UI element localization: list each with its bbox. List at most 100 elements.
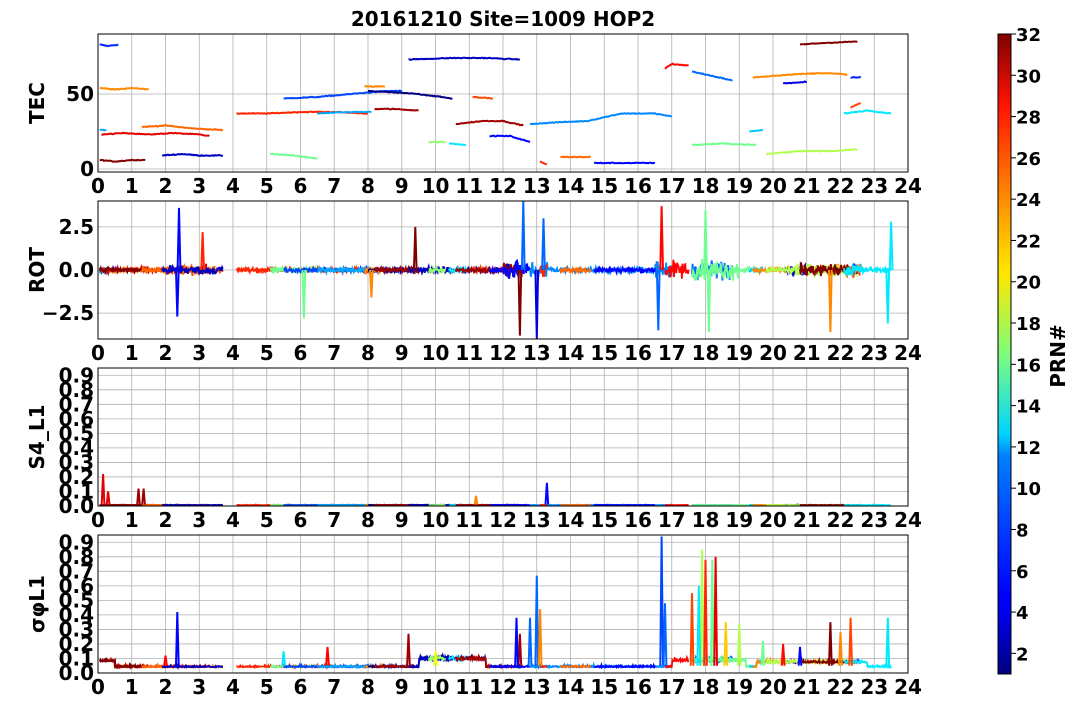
x-tick-label: 8 <box>361 341 375 365</box>
x-tick-label: 5 <box>260 341 274 365</box>
trace-prn-10 <box>317 503 372 506</box>
x-tick-label: 4 <box>226 174 240 198</box>
x-tick-label: 0 <box>91 341 105 365</box>
y-tick-label: 0.9 <box>59 363 94 387</box>
x-tick-label: 11 <box>455 675 483 699</box>
y-tick-label: 50 <box>66 82 94 106</box>
trace-prn-32 <box>99 503 146 506</box>
colorbar-tick-label: 12 <box>1016 438 1041 459</box>
trace-prn-25 <box>560 663 592 669</box>
colorbar-tick-label: 26 <box>1016 149 1041 170</box>
y-tick-label: −2.5 <box>42 301 94 325</box>
x-tick-label: 16 <box>624 508 652 532</box>
x-tick-label: 21 <box>793 174 821 198</box>
x-tick-label: 14 <box>557 508 585 532</box>
y-axis-label: TEC <box>25 82 49 124</box>
x-tick-label: 17 <box>658 341 686 365</box>
colorbar-tick-label: 24 <box>1016 190 1041 211</box>
x-tick-label: 20 <box>759 675 787 699</box>
tec-line-prn-17 <box>428 140 446 144</box>
trace-prn-5 <box>594 503 656 506</box>
colorbar-tick-label: 20 <box>1016 273 1041 294</box>
x-tick-label: 9 <box>395 174 409 198</box>
x-tick-label: 1 <box>125 508 139 532</box>
x-tick-label: 7 <box>327 341 341 365</box>
x-tick-label: 21 <box>793 675 821 699</box>
x-tick-label: 15 <box>590 675 618 699</box>
colorbar-tick-label: 14 <box>1016 397 1041 418</box>
x-tick-label: 6 <box>294 341 308 365</box>
x-tick-label: 17 <box>658 675 686 699</box>
colorbar-tick-label: 16 <box>1016 355 1041 376</box>
tec-line-prn-10 <box>99 128 107 132</box>
x-tick-label: 15 <box>590 508 618 532</box>
x-tick-label: 3 <box>192 341 206 365</box>
x-tick-label: 23 <box>860 675 888 699</box>
x-tick-label: 12 <box>489 341 517 365</box>
colorbar-tick-label: 32 <box>1016 25 1041 46</box>
x-tick-label: 2 <box>159 675 173 699</box>
colorbar-tick-label: 2 <box>1016 644 1029 665</box>
x-tick-label: 10 <box>422 508 450 532</box>
x-tick-label: 23 <box>860 341 888 365</box>
x-tick-label: 22 <box>827 174 855 198</box>
x-tick-label: 6 <box>294 675 308 699</box>
colorbar-label: PRN# <box>1046 324 1070 388</box>
y-axis-label: ROT <box>25 247 49 293</box>
tec-line-prn-25 <box>560 155 591 159</box>
x-tick-label: 16 <box>624 675 652 699</box>
x-tick-label: 2 <box>159 174 173 198</box>
x-tick-label: 10 <box>422 174 450 198</box>
x-tick-label: 3 <box>192 675 206 699</box>
x-tick-label: 18 <box>692 508 720 532</box>
x-tick-label: 14 <box>557 675 585 699</box>
x-tick-label: 4 <box>226 508 240 532</box>
x-tick-label: 24 <box>894 341 922 365</box>
x-tick-label: 11 <box>455 341 483 365</box>
x-tick-label: 15 <box>590 341 618 365</box>
x-tick-label: 10 <box>422 675 450 699</box>
panel-3: 0 1 2 3 4 5 6 7 8 9 10 11 12 13 14 15 16 17 18 19 20 21 22 23 24… <box>25 363 922 532</box>
colorbar-tick-label: 6 <box>1016 562 1029 583</box>
x-tick-label: 24 <box>894 174 922 198</box>
tec-line-prn-24 <box>99 86 149 91</box>
x-tick-label: 19 <box>725 341 753 365</box>
x-tick-label: 1 <box>125 174 139 198</box>
x-tick-label: 5 <box>260 675 274 699</box>
tec-line-prn-6 <box>850 76 862 79</box>
trace-prn-17 <box>428 503 446 506</box>
colorbar-gradient <box>997 33 1012 675</box>
trace-prn-25 <box>560 503 591 506</box>
trace-prn-3 <box>162 503 223 506</box>
x-tick-label: 12 <box>489 508 517 532</box>
x-tick-label: 3 <box>192 174 206 198</box>
panel-1: 0 1 2 3 4 5 6 7 8 9 10 11 12 13 14 15 16 17 18 19 20 21 22 23 24… <box>25 33 922 198</box>
y-axis-label: S4_L1 <box>25 405 49 470</box>
x-tick-label: 12 <box>489 675 517 699</box>
x-tick-label: 9 <box>395 341 409 365</box>
colorbar-tick-label: 4 <box>1016 603 1029 624</box>
x-tick-label: 13 <box>523 174 551 198</box>
x-tick-label: 22 <box>827 341 855 365</box>
x-tick-label: 3 <box>192 508 206 532</box>
x-tick-label: 8 <box>361 174 375 198</box>
x-tick-label: 18 <box>692 174 720 198</box>
x-tick-label: 17 <box>658 174 686 198</box>
panel-2: 0 1 2 3 4 5 6 7 8 9 10 11 12 13 14 15 16 17 18 19 20 21 22 23 24… <box>25 200 922 365</box>
x-tick-label: 2 <box>159 341 173 365</box>
panel-4: 0 1 2 3 4 5 6 7 8 9 10 11 12 13 14 15 16 17 18 19 20 21 22 23 24… <box>25 530 922 699</box>
colorbar-tick-label: 18 <box>1016 314 1041 335</box>
x-tick-label: 10 <box>422 341 450 365</box>
x-tick-label: 19 <box>725 675 753 699</box>
x-tick-label: 24 <box>894 508 922 532</box>
x-tick-label: 4 <box>226 341 240 365</box>
y-axis-label: σφL1 <box>25 575 49 633</box>
x-tick-label: 8 <box>361 508 375 532</box>
x-tick-label: 7 <box>327 174 341 198</box>
x-tick-label: 7 <box>327 675 341 699</box>
x-tick-label: 16 <box>624 174 652 198</box>
x-tick-label: 14 <box>557 341 585 365</box>
x-tick-label: 11 <box>455 174 483 198</box>
x-tick-label: 23 <box>860 174 888 198</box>
x-tick-label: 1 <box>125 341 139 365</box>
